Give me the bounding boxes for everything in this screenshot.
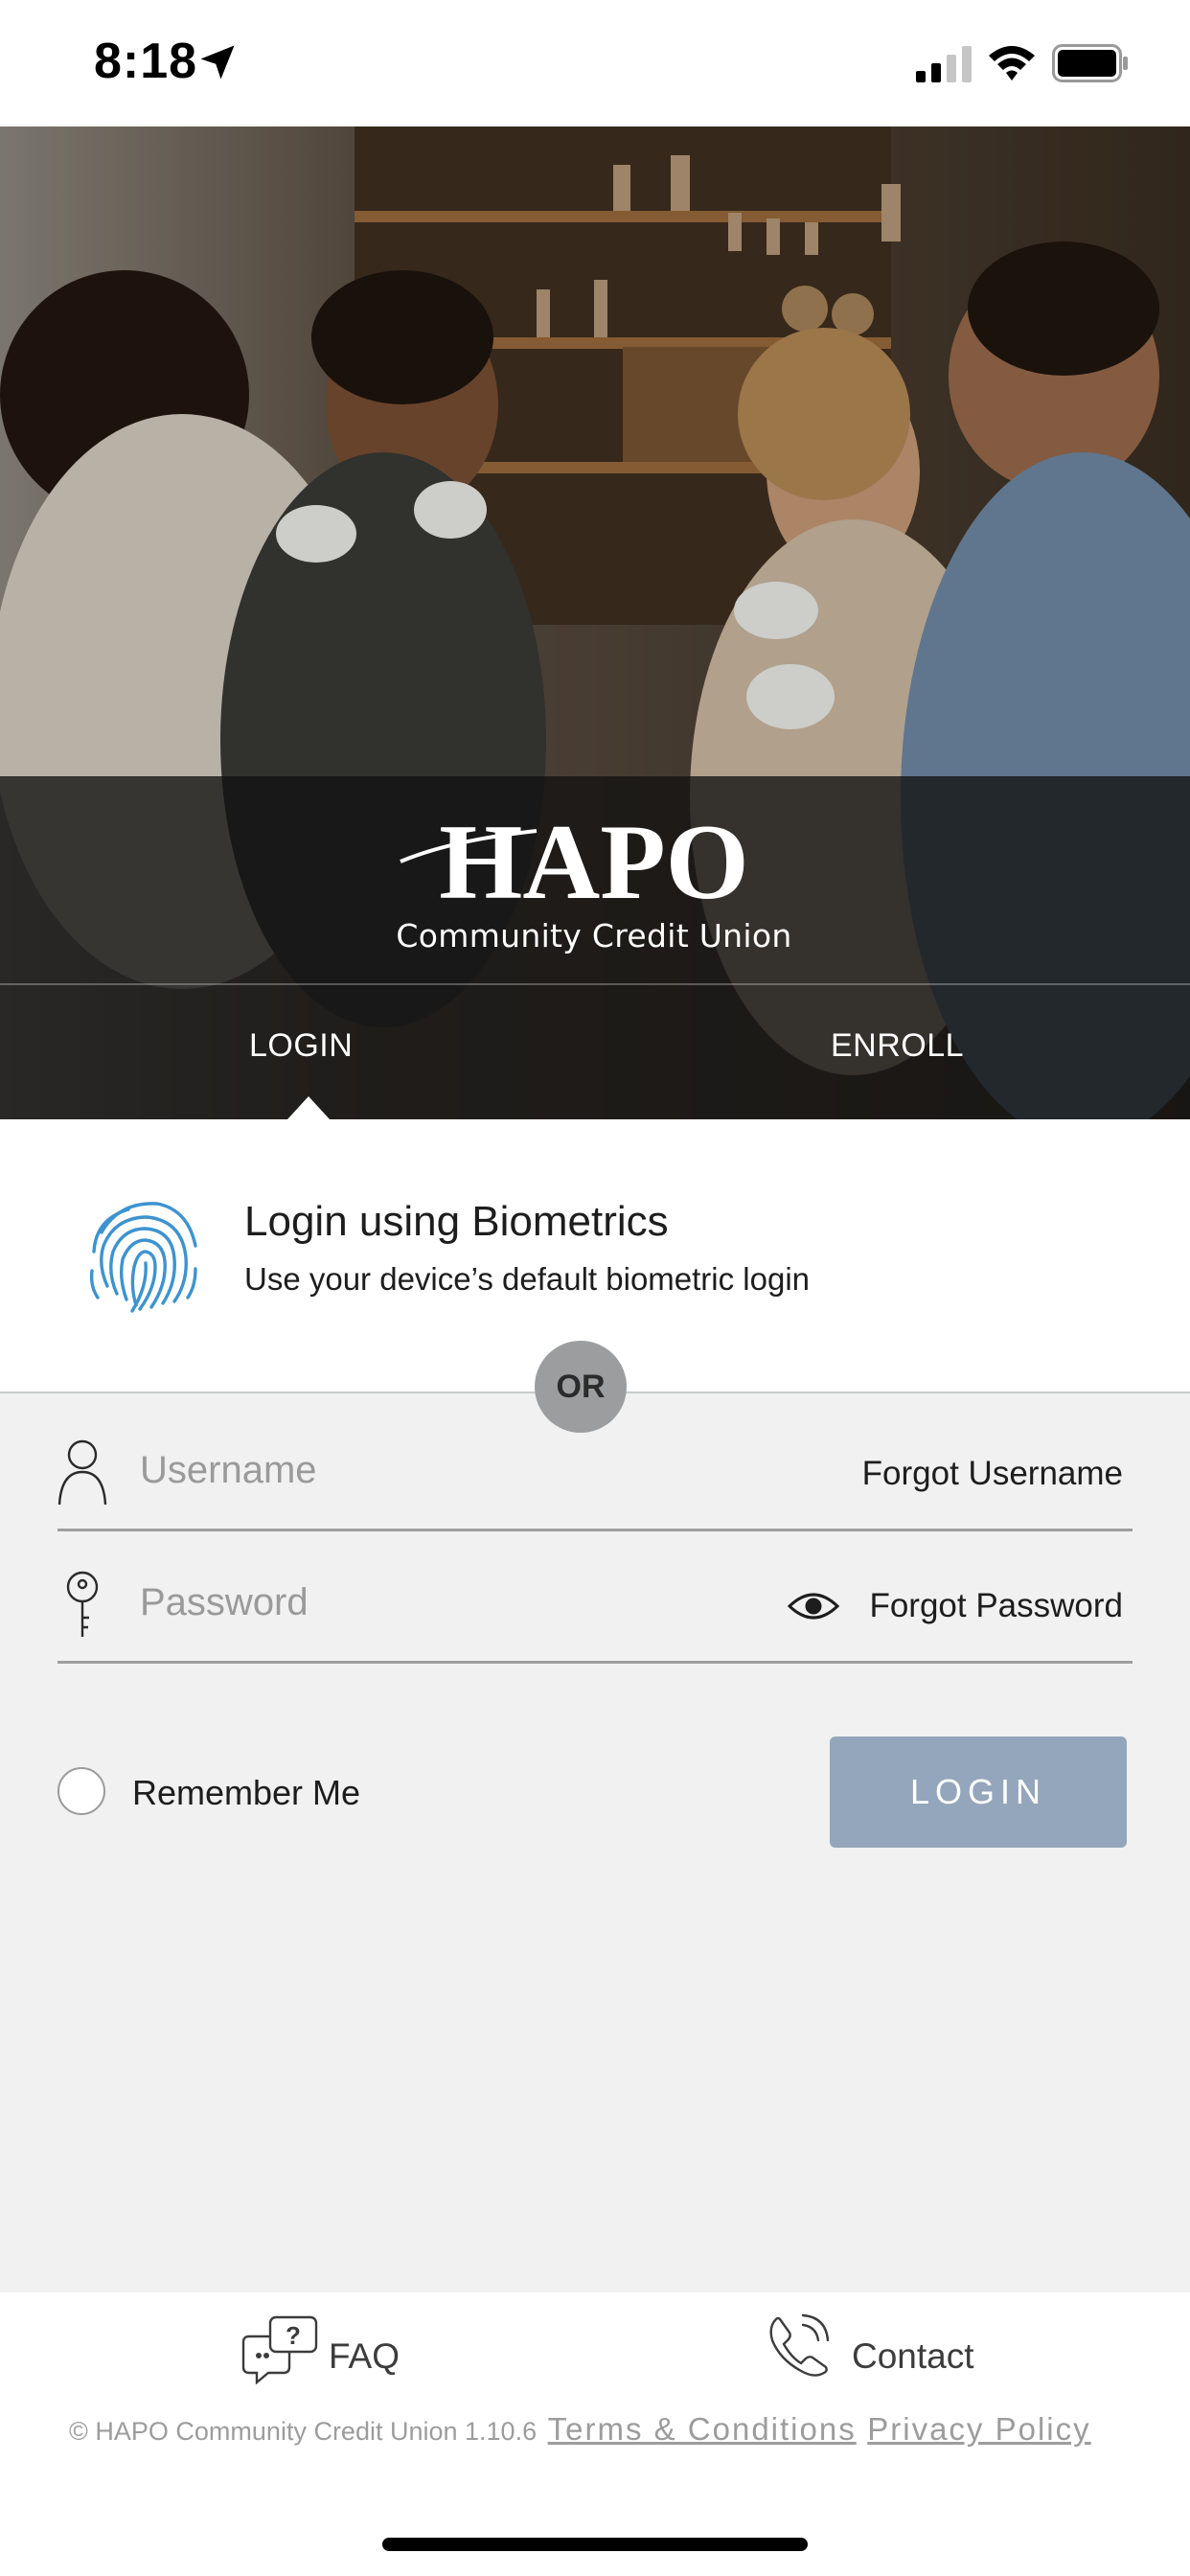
hapo-logo-mark: HAPO bbox=[400, 803, 749, 922]
terms-link[interactable]: Terms & Conditions bbox=[548, 2411, 857, 2447]
signal-icon bbox=[916, 46, 972, 82]
status-bar: 8:18 bbox=[0, 0, 1190, 126]
faq-chat-icon[interactable]: ? bbox=[241, 2315, 320, 2384]
location-arrow-icon bbox=[200, 45, 235, 80]
biometrics-subtitle: Use your device’s default biometric logi… bbox=[244, 1261, 811, 1297]
password-input[interactable]: Password bbox=[140, 1581, 309, 1624]
wifi-icon bbox=[989, 46, 1035, 80]
tab-login[interactable]: LOGIN bbox=[249, 1027, 353, 1065]
forgot-username-link[interactable]: Forgot Username bbox=[862, 1455, 1123, 1493]
login-button[interactable]: LOGIN bbox=[830, 1736, 1127, 1848]
remember-me-checkbox[interactable] bbox=[57, 1767, 105, 1815]
username-input[interactable]: Username bbox=[140, 1449, 317, 1492]
phone-icon[interactable] bbox=[767, 2313, 830, 2377]
footer: ? FAQ Contact © HAPO Community Credit Un… bbox=[0, 2292, 1190, 2576]
logo-subtitle: Community Credit Union bbox=[396, 917, 792, 954]
copyright-text: © HAPO Community Credit Union 1.10.6 bbox=[69, 2417, 538, 2446]
contact-link[interactable]: Contact bbox=[852, 2336, 974, 2377]
hero-banner: HAPO Community Credit Union LOGIN ENROLL bbox=[0, 126, 1190, 1119]
svg-text:?: ? bbox=[286, 2321, 301, 2350]
battery-icon bbox=[1052, 44, 1128, 82]
user-icon bbox=[57, 1439, 107, 1506]
home-indicator bbox=[382, 2538, 808, 2551]
active-tab-indicator bbox=[287, 1096, 330, 1119]
key-icon bbox=[66, 1571, 99, 1637]
fingerprint-icon bbox=[89, 1202, 197, 1313]
or-divider-badge: OR bbox=[535, 1341, 627, 1433]
eye-icon[interactable] bbox=[788, 1589, 839, 1623]
tab-enroll[interactable]: ENROLL bbox=[831, 1027, 964, 1065]
status-time: 8:18 bbox=[94, 34, 198, 89]
legal-line: © HAPO Community Credit Union 1.10.6 Ter… bbox=[69, 2411, 1091, 2448]
privacy-link[interactable]: Privacy Policy bbox=[867, 2411, 1090, 2447]
tab-divider bbox=[0, 983, 1190, 985]
remember-me-label: Remember Me bbox=[132, 1773, 361, 1812]
biometrics-title: Login using Biometrics bbox=[244, 1198, 669, 1245]
faq-link[interactable]: FAQ bbox=[329, 2336, 400, 2377]
logo-text: HAPO bbox=[439, 803, 749, 917]
hapo-logo: HAPO Community Credit Union bbox=[393, 802, 795, 965]
forgot-password-link[interactable]: Forgot Password bbox=[869, 1587, 1123, 1625]
password-row: Password Forgot Password bbox=[57, 1533, 1133, 1664]
